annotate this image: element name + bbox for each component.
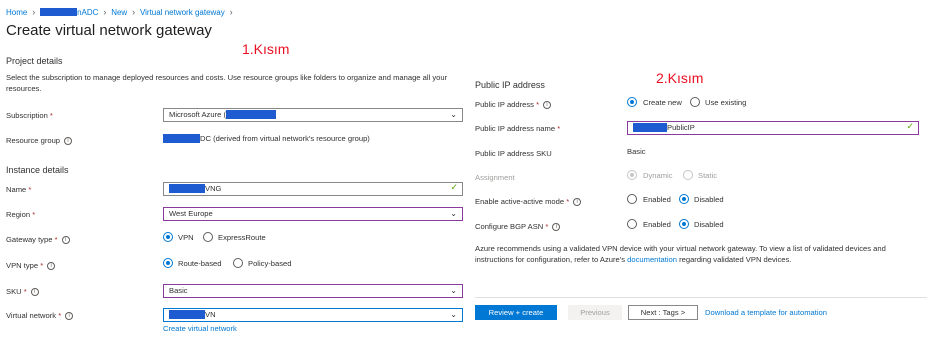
- chevron-right-icon: ›: [227, 7, 233, 17]
- public-ip-address-label: Public IP address * i: [475, 100, 552, 109]
- sku-dropdown[interactable]: Basic ⌄: [163, 284, 463, 298]
- public-ip-heading: Public IP address: [475, 80, 545, 90]
- breadcrumb-resource[interactable]: nADC: [77, 8, 98, 17]
- breadcrumb-new[interactable]: New: [111, 8, 127, 17]
- gateway-type-vpn-label: VPN: [178, 233, 194, 242]
- previous-button[interactable]: Previous: [568, 305, 622, 320]
- bgp-enabled-radio[interactable]: [627, 219, 637, 229]
- bgp-enabled-label: Enabled: [643, 220, 671, 229]
- vpn-type-route-based-radio[interactable]: [163, 258, 173, 268]
- public-ip-name-input[interactable]: PublicIP ✓: [627, 121, 919, 135]
- info-icon[interactable]: i: [64, 137, 73, 145]
- redaction: [169, 184, 205, 193]
- checkmark-icon: ✓: [450, 183, 458, 193]
- subscription-label: Subscription *: [6, 111, 53, 120]
- active-active-label: Enable active-active mode * i: [475, 197, 582, 206]
- region-label: Region *: [6, 210, 36, 219]
- info-icon[interactable]: i: [61, 236, 70, 244]
- subscription-dropdown[interactable]: Microsoft Azure ( ⌄: [163, 108, 463, 122]
- info-icon[interactable]: i: [30, 288, 39, 296]
- chevron-right-icon: ›: [100, 7, 109, 17]
- checkmark-icon: ✓: [906, 122, 914, 132]
- virtual-network-dropdown[interactable]: VN ⌄: [163, 308, 463, 322]
- public-ip-sku-value: Basic: [627, 147, 646, 156]
- public-ip-use-existing-radio[interactable]: [690, 97, 700, 107]
- sku-label: SKU * i: [6, 287, 39, 296]
- redaction: [40, 8, 78, 16]
- info-icon[interactable]: i: [573, 198, 582, 206]
- public-ip-create-new-radio[interactable]: [627, 97, 637, 107]
- virtual-network-label: Virtual network * i: [6, 311, 74, 320]
- breadcrumb-current[interactable]: Virtual network gateway: [140, 8, 225, 17]
- redaction: [163, 134, 200, 143]
- project-details-description: Select the subscription to manage deploy…: [6, 73, 448, 93]
- vpn-type-policy-based-label: Policy-based: [248, 259, 292, 268]
- assignment-dynamic-radio[interactable]: [627, 170, 637, 180]
- active-active-disabled-label: Disabled: [694, 195, 724, 204]
- gateway-type-expressroute-label: ExpressRoute: [218, 233, 266, 242]
- breadcrumb-home[interactable]: Home: [6, 8, 27, 17]
- assignment-label: Assignment: [475, 173, 515, 182]
- vpn-device-note: Azure recommends using a validated VPN d…: [475, 244, 886, 264]
- vpn-type-route-based-label: Route-based: [178, 259, 222, 268]
- region-value: West Europe: [169, 209, 213, 218]
- redaction: [225, 110, 276, 119]
- active-active-disabled-radio[interactable]: [679, 194, 689, 204]
- redaction: [633, 123, 667, 132]
- sku-value: Basic: [169, 286, 188, 295]
- name-value: VNG: [205, 184, 222, 193]
- documentation-link[interactable]: documentation: [627, 255, 677, 264]
- breadcrumb: Home › nADC › New › Virtual network gate…: [6, 7, 233, 17]
- bgp-label: Configure BGP ASN * i: [475, 222, 561, 231]
- public-ip-use-existing-label: Use existing: [705, 98, 747, 107]
- resource-group-value: DC (derived from virtual network's resou…: [163, 134, 370, 143]
- annotation-part2: 2.Kısım: [656, 70, 704, 86]
- chevron-down-icon: ⌄: [450, 209, 457, 218]
- project-details-heading: Project details: [6, 56, 63, 66]
- next-tags-button[interactable]: Next : Tags >: [628, 305, 698, 320]
- assignment-static-radio[interactable]: [683, 170, 693, 180]
- info-icon[interactable]: i: [65, 312, 74, 320]
- chevron-down-icon: ⌄: [450, 286, 457, 295]
- chevron-down-icon: ⌄: [450, 310, 457, 319]
- instance-details-heading: Instance details: [6, 165, 69, 175]
- chevron-down-icon: ⌄: [450, 110, 457, 119]
- gateway-type-vpn-radio[interactable]: [163, 232, 173, 242]
- virtual-network-value: VN: [205, 310, 216, 319]
- assignment-dynamic-label: Dynamic: [643, 171, 673, 180]
- public-ip-name-value: PublicIP: [667, 123, 695, 132]
- review-create-button[interactable]: Review + create: [475, 305, 557, 320]
- divider: [475, 297, 927, 298]
- info-icon[interactable]: i: [543, 101, 552, 109]
- active-active-enabled-label: Enabled: [643, 195, 671, 204]
- gateway-type-expressroute-radio[interactable]: [203, 232, 213, 242]
- download-template-link[interactable]: Download a template for automation: [705, 308, 827, 317]
- vpn-type-label: VPN type * i: [6, 261, 56, 270]
- public-ip-name-label: Public IP address name *: [475, 124, 561, 133]
- chevron-right-icon: ›: [129, 7, 138, 17]
- public-ip-sku-label: Public IP address SKU: [475, 149, 552, 158]
- chevron-right-icon: ›: [29, 7, 38, 17]
- assignment-static-label: Static: [698, 171, 717, 180]
- create-virtual-network-link[interactable]: Create virtual network: [163, 324, 237, 333]
- annotation-part1: 1.Kısım: [242, 41, 290, 57]
- region-dropdown[interactable]: West Europe ⌄: [163, 207, 463, 221]
- name-input[interactable]: VNG ✓: [163, 182, 463, 196]
- info-icon[interactable]: i: [47, 262, 56, 270]
- name-label: Name *: [6, 185, 32, 194]
- page-title: Create virtual network gateway: [6, 22, 212, 39]
- bgp-disabled-radio[interactable]: [679, 219, 689, 229]
- resource-group-label: Resource group i: [6, 136, 73, 145]
- info-icon[interactable]: i: [552, 223, 561, 231]
- vpn-type-policy-based-radio[interactable]: [233, 258, 243, 268]
- gateway-type-label: Gateway type * i: [6, 235, 70, 244]
- redaction: [169, 310, 205, 319]
- active-active-enabled-radio[interactable]: [627, 194, 637, 204]
- bgp-disabled-label: Disabled: [694, 220, 724, 229]
- subscription-value: Microsoft Azure (: [169, 110, 226, 119]
- public-ip-create-new-label: Create new: [643, 98, 682, 107]
